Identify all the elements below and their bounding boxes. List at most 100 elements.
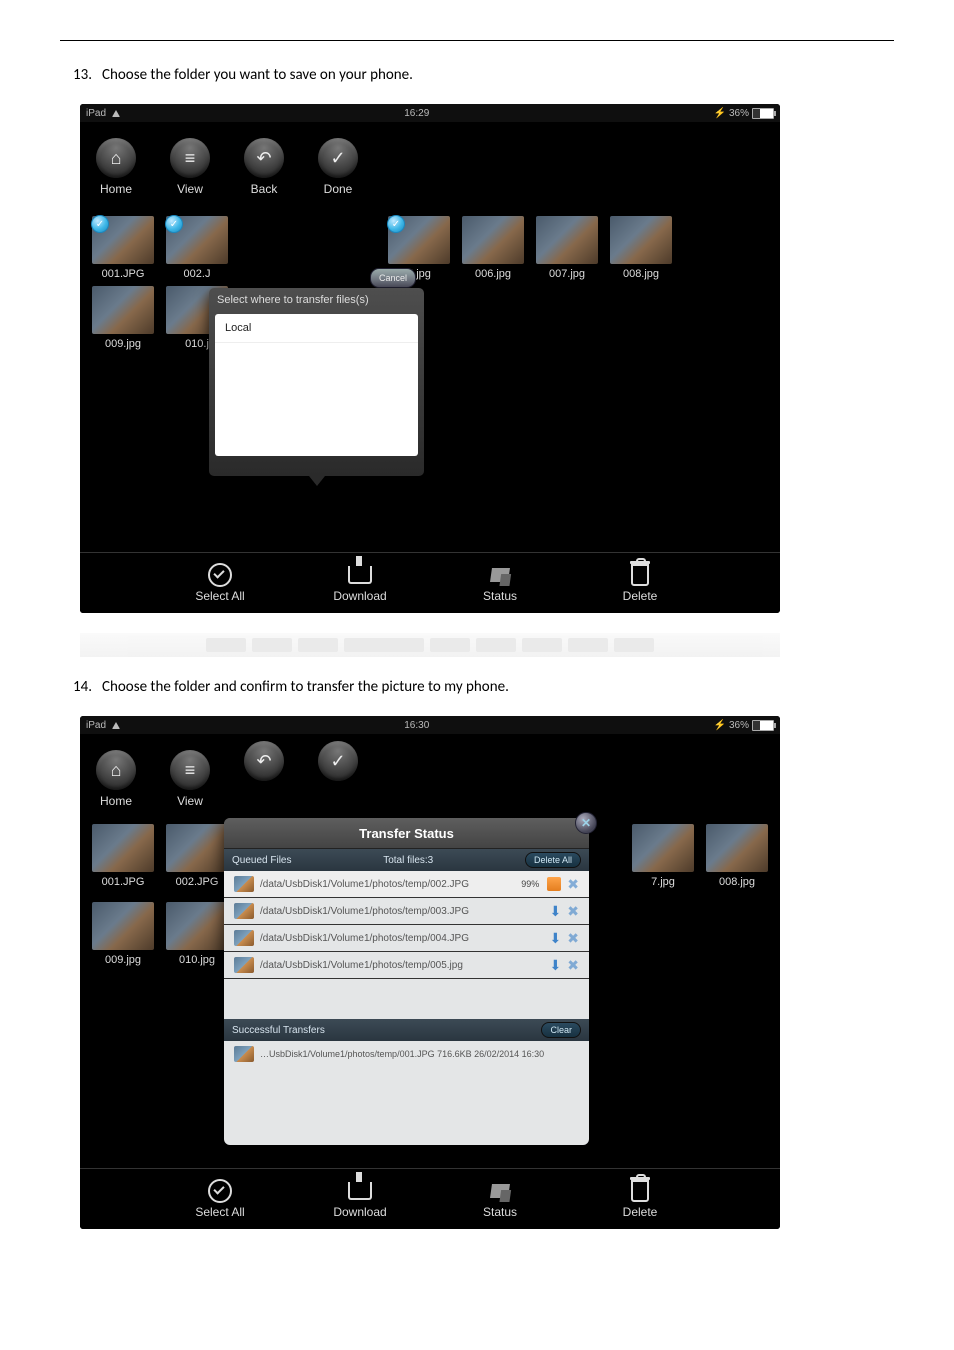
status-icon (490, 1184, 510, 1198)
download-button[interactable]: Download (290, 564, 430, 603)
cancel-row-icon[interactable]: ✖ (567, 903, 579, 920)
battery-percent: 36% (729, 720, 749, 731)
thumb-row-1: ✓001.JPG ✓002.J ✓5.jpg 006.jpg 007.jpg 0… (80, 206, 780, 284)
download-icon (348, 1182, 372, 1200)
step-13: 13. Choose the folder you want to save o… (60, 65, 894, 86)
view-button[interactable]: ≡ View (170, 138, 210, 196)
file-thumb-icon (234, 930, 254, 946)
selected-tick-icon: ✓ (387, 215, 405, 233)
cancel-row-icon[interactable]: ✖ (567, 957, 579, 974)
battery-icon (752, 720, 774, 731)
queue-row: /data/UsbDisk1/Volume1/photos/temp/004.J… (224, 925, 589, 952)
popover-list: Local (215, 314, 418, 456)
download-button[interactable]: Download (290, 1180, 430, 1219)
delete-button[interactable]: Delete (570, 564, 710, 603)
select-all-button[interactable]: Select All (150, 1180, 290, 1219)
screenshot-1: iPad 16:29 ⚡ 36% ⌂ Home ≡ View ↶ Back (80, 104, 780, 613)
device-label: iPad (86, 720, 106, 731)
status-time: 16:29 (404, 108, 429, 119)
file-thumb-icon (234, 957, 254, 973)
top-rule (60, 40, 894, 41)
bottom-toolbar: Select All Download Status Delete (80, 552, 780, 613)
status-time: 16:30 (404, 720, 429, 731)
download-icon (348, 566, 372, 584)
home-icon: ⌂ (96, 750, 136, 790)
ipad-status-bar: iPad 16:29 ⚡ 36% (80, 104, 780, 122)
step-14-text: Choose the folder and confirm to transfe… (102, 677, 509, 698)
thumb-010[interactable]: 010.jpg (166, 902, 228, 966)
home-button[interactable]: ⌂ Home (96, 750, 136, 808)
thumb-008[interactable]: 008.jpg (610, 216, 672, 280)
file-thumb-icon (234, 876, 254, 892)
cancel-row-icon[interactable]: ✖ (567, 930, 579, 947)
status-button[interactable]: Status (430, 564, 570, 603)
select-all-button[interactable]: Select All (150, 564, 290, 603)
home-button[interactable]: ⌂ Home (96, 138, 136, 196)
cancel-row-icon[interactable]: ✖ (567, 876, 579, 893)
thumb-009[interactable]: 009.jpg (92, 902, 154, 966)
successful-header: Successful Transfers Clear (224, 1019, 589, 1041)
download-row-icon[interactable]: ⬇ (550, 957, 562, 974)
back-button[interactable]: ↶ . (244, 741, 284, 799)
thumb-002[interactable]: ✓002.J (166, 216, 228, 280)
thumb-001[interactable]: ✓001.JPG (92, 216, 154, 280)
select-all-icon (208, 563, 232, 587)
back-icon: ↶ (244, 138, 284, 178)
trash-icon (631, 1180, 649, 1202)
success-row: …UsbDisk1/Volume1/photos/temp/001.JPG 71… (224, 1041, 589, 1067)
download-row-icon[interactable]: ⬇ (550, 903, 562, 920)
view-button[interactable]: ≡ View (170, 750, 210, 808)
back-icon: ↶ (244, 741, 284, 781)
selected-tick-icon: ✓ (91, 215, 109, 233)
clear-button[interactable]: Clear (541, 1022, 581, 1038)
close-icon[interactable]: ✕ (575, 812, 597, 834)
wifi-icon (112, 722, 120, 729)
delete-button[interactable]: Delete (570, 1180, 710, 1219)
popover-item-local[interactable]: Local (215, 314, 418, 343)
queue-row: /data/UsbDisk1/Volume1/photos/temp/003.J… (224, 898, 589, 925)
transfer-status-panel: Transfer Status ✕ Queued Files Total fil… (224, 818, 589, 1132)
queue-row: /data/UsbDisk1/Volume1/photos/temp/005.j… (224, 952, 589, 979)
thumb-008[interactable]: 008.jpg (706, 824, 768, 888)
back-button[interactable]: ↶ Back (244, 138, 284, 196)
thumb-009[interactable]: 009.jpg (92, 286, 154, 350)
selected-tick-icon: ✓ (165, 215, 183, 233)
done-button[interactable]: ✓ Done (318, 138, 358, 196)
thumb-001[interactable]: 001.JPG (92, 824, 154, 888)
bottom-toolbar: Select All Download Status Delete (80, 1168, 780, 1229)
cancel-button[interactable]: Cancel (370, 268, 416, 288)
battery-icon (752, 108, 774, 119)
transfer-destination-popover: Select where to transfer files(s) Local (209, 288, 424, 476)
queued-header: Queued Files Total files:3 Delete All (224, 849, 589, 871)
list-icon: ≡ (170, 750, 210, 790)
home-icon: ⌂ (96, 138, 136, 178)
top-toolbar: ⌂ Home ≡ View ↶ . ✓ . (80, 734, 780, 818)
file-thumb-icon (234, 903, 254, 919)
thumb-007[interactable]: 007.jpg (536, 216, 598, 280)
ipad-status-bar: iPad 16:30 ⚡ 36% (80, 716, 780, 734)
trash-icon (631, 564, 649, 586)
keyboard-ghost (80, 633, 780, 657)
delete-all-button[interactable]: Delete All (525, 852, 581, 868)
check-icon: ✓ (318, 741, 358, 781)
status-icon (490, 568, 510, 582)
progress-icon (547, 877, 561, 891)
thumb-007[interactable]: 7.jpg (632, 824, 694, 888)
check-icon: ✓ (318, 138, 358, 178)
screenshot-2: iPad 16:30 ⚡ 36% ⌂ Home ≡ View ↶ . (80, 716, 780, 1229)
thumb-006[interactable]: 006.jpg (462, 216, 524, 280)
battery-percent: 36% (729, 108, 749, 119)
status-button[interactable]: Status (430, 1180, 570, 1219)
step-13-num: 13. (60, 65, 102, 86)
popover-title: Select where to transfer files(s) (209, 288, 424, 310)
file-thumb-icon (234, 1046, 254, 1062)
step-14: 14. Choose the folder and confirm to tra… (60, 677, 894, 698)
device-label: iPad (86, 108, 106, 119)
step-13-text: Choose the folder you want to save on yo… (102, 65, 413, 86)
wifi-icon (112, 110, 120, 117)
thumb-row-2: 009.jpg 010.j (80, 284, 780, 354)
panel-title: Transfer Status (359, 826, 454, 841)
thumb-002[interactable]: 002.JPG (166, 824, 228, 888)
done-button[interactable]: ✓ . (318, 741, 358, 799)
download-row-icon[interactable]: ⬇ (550, 930, 562, 947)
